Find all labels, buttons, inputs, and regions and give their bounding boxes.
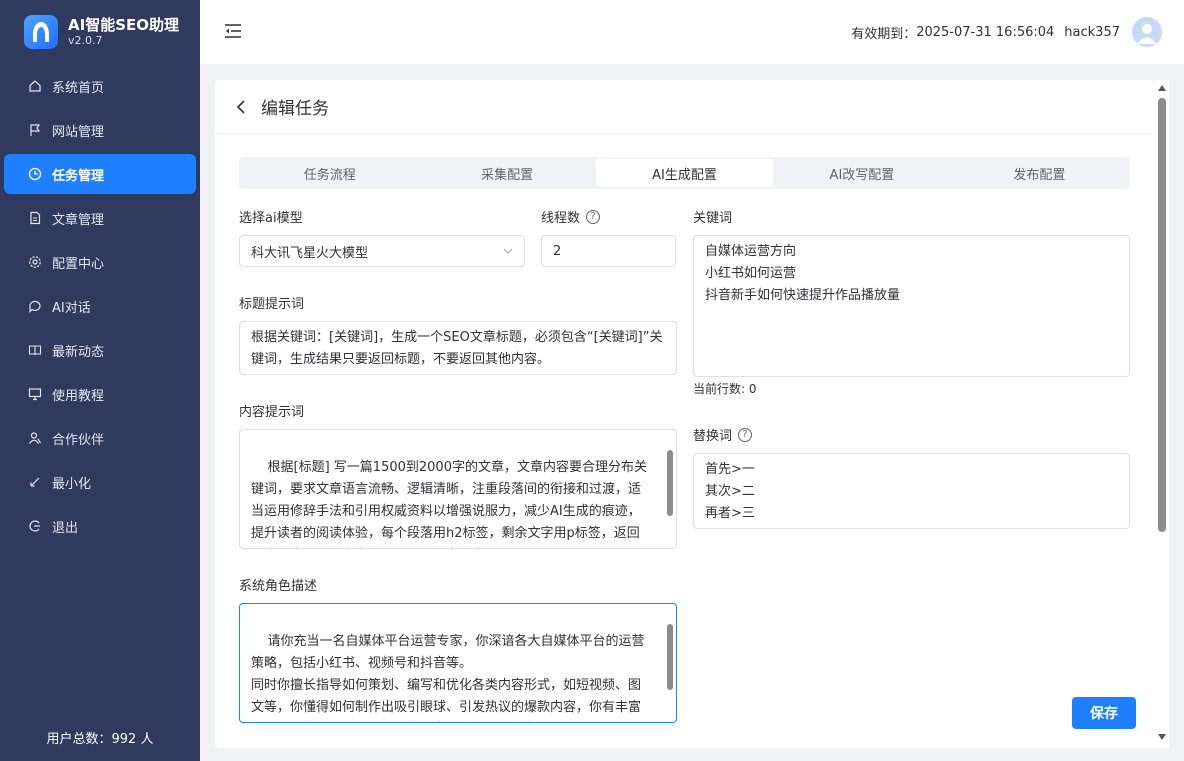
threads-input[interactable]: 2	[541, 235, 676, 267]
keywords-label: 关键词	[693, 207, 732, 226]
content-prompt-label: 内容提示词	[239, 401, 304, 420]
app-title: AI智能SEO助理	[68, 16, 179, 34]
expire-label: 有效期到：	[851, 26, 917, 42]
gear-icon	[26, 253, 44, 271]
tab-ai-generate-config[interactable]: AI生成配置	[595, 159, 774, 187]
role-label: 系统角色描述	[239, 575, 317, 594]
sidebar-item-label: 合作伙伴	[52, 432, 105, 448]
replace-label-text: 替换词	[693, 429, 733, 444]
username[interactable]: hack357	[1064, 25, 1120, 40]
page-title: 编辑任务	[261, 99, 329, 119]
sidebar-item-articles[interactable]: 文章管理	[4, 198, 196, 238]
sidebar-item-label: 系统首页	[52, 80, 105, 96]
top-header: 有效期到： 2025-07-31 16:56:04 hack357	[200, 0, 1184, 64]
sidebar-item-label: 网站管理	[52, 124, 105, 140]
user-count: 用户总数：992 人	[46, 732, 154, 747]
title-prompt-label-text: 标题提示词	[239, 297, 305, 312]
tab-publish-config[interactable]: 发布配置	[951, 159, 1128, 187]
replace-label: 替换词 ?	[693, 425, 753, 444]
config-tabs: 任务流程 采集配置 AI生成配置 AI改写配置 发布配置	[239, 157, 1130, 189]
sidebar-item-ai-chat[interactable]: AI对话	[4, 286, 196, 326]
tab-task-flow[interactable]: 任务流程	[241, 159, 418, 187]
threads-label: 线程数 ?	[541, 207, 601, 226]
card-header: 编辑任务	[215, 80, 1155, 134]
collapse-menu-icon[interactable]	[222, 20, 244, 42]
scroll-down-icon[interactable]	[1157, 733, 1167, 741]
sidebar-item-label: 配置中心	[52, 256, 105, 272]
title-prompt-label: 标题提示词	[239, 293, 304, 312]
sidebar-item-sites[interactable]: 网站管理	[4, 110, 196, 150]
header-user-info: 有效期到： 2025-07-31 16:56:04 hack357	[851, 17, 1162, 47]
logout-icon	[26, 517, 44, 535]
model-select[interactable]: 科大讯飞星火大模型	[239, 235, 525, 267]
content-prompt-textarea[interactable]: 根据[标题] 写一篇1500到2000字的文章，文章内容要合理分布关键词，要求文…	[239, 429, 677, 549]
sidebar-item-label: 最新动态	[52, 344, 105, 360]
sidebar-item-label: AI对话	[52, 300, 91, 316]
sidebar-item-config[interactable]: 配置中心	[4, 242, 196, 282]
content-prompt-text: 根据[标题] 写一篇1500到2000字的文章，文章内容要合理分布关键词，要求文…	[251, 460, 647, 541]
sidebar-item-news[interactable]: 最新动态	[4, 330, 196, 370]
chevron-down-icon	[502, 245, 514, 257]
sidebar-item-label: 文章管理	[52, 212, 105, 228]
expire-value: 2025-07-31 16:56:04	[916, 24, 1055, 40]
model-label: 选择ai模型	[239, 207, 303, 226]
home-icon	[26, 77, 44, 95]
news-icon	[26, 341, 44, 359]
content-prompt-label-text: 内容提示词	[239, 405, 305, 420]
sidebar: AI智能SEO助理 v2.0.7 系统首页 网站管理 任务管理 文章管理 配置中…	[0, 0, 200, 761]
document-icon	[26, 209, 44, 227]
keywords-label-text: 关键词	[693, 211, 733, 226]
model-label-text: 选择ai模型	[239, 211, 303, 226]
sidebar-item-partners[interactable]: 合作伙伴	[4, 418, 196, 458]
role-text: 请你充当一名自媒体平台运营专家，你深谙各大自媒体平台的运营策略，包括小红书、视频…	[251, 634, 645, 715]
sidebar-item-logout[interactable]: 退出	[4, 506, 196, 546]
keywords-textarea[interactable]: 自媒体运营方向 小红书如何运营 抖音新手如何快速提升作品播放量	[693, 235, 1130, 377]
app-version: v2.0.7	[68, 34, 103, 47]
chat-icon	[26, 297, 44, 315]
edit-task-card: 编辑任务 任务流程 采集配置 AI生成配置 AI改写配置 发布配置 选择ai模型…	[215, 80, 1155, 748]
partner-icon	[26, 429, 44, 447]
sidebar-menu: 系统首页 网站管理 任务管理 文章管理 配置中心 AI对话 最新动态 使用教程	[0, 66, 200, 546]
brand: AI智能SEO助理 v2.0.7	[0, 0, 200, 64]
app-logo	[24, 15, 58, 49]
sidebar-item-label: 使用教程	[52, 388, 105, 404]
role-label-text: 系统角色描述	[239, 579, 318, 594]
sidebar-item-tutorial[interactable]: 使用教程	[4, 374, 196, 414]
page-scrollbar-thumb[interactable]	[1158, 98, 1166, 532]
sidebar-item-tasks[interactable]: 任务管理	[4, 154, 196, 194]
tab-ai-rewrite-config[interactable]: AI改写配置	[773, 159, 950, 187]
help-icon[interactable]: ?	[586, 209, 601, 224]
help-icon[interactable]: ?	[738, 427, 753, 442]
title-prompt-textarea[interactable]: 根据关键词：[关键词]，生成一个SEO文章标题，必须包含“[关键词]”关键词，生…	[239, 321, 677, 375]
clock-icon	[26, 165, 44, 183]
sidebar-item-label: 退出	[52, 520, 79, 536]
role-scrollbar[interactable]	[667, 624, 673, 690]
tab-collect-config[interactable]: 采集配置	[418, 159, 595, 187]
save-button[interactable]: 保存	[1072, 697, 1136, 729]
role-textarea[interactable]: 请你充当一名自媒体平台运营专家，你深谙各大自媒体平台的运营策略，包括小红书、视频…	[239, 603, 677, 723]
sidebar-item-label: 最小化	[52, 476, 92, 492]
replace-textarea[interactable]: 首先>一 其次>二 再者>三	[693, 453, 1130, 529]
line-count: 当前行数: 0	[693, 382, 757, 396]
model-select-value: 科大讯飞星火大模型	[251, 245, 369, 261]
minimize-icon	[26, 473, 44, 491]
content-prompt-scrollbar[interactable]	[667, 450, 673, 516]
monitor-icon	[26, 385, 44, 403]
sidebar-item-label: 任务管理	[52, 168, 105, 184]
avatar[interactable]	[1132, 17, 1162, 47]
sidebar-item-home[interactable]: 系统首页	[4, 66, 196, 106]
sidebar-item-minimize[interactable]: 最小化	[4, 462, 196, 502]
threads-label-text: 线程数	[541, 211, 581, 226]
flag-icon	[26, 121, 44, 139]
scroll-up-icon[interactable]	[1157, 84, 1167, 92]
back-arrow-icon[interactable]	[233, 99, 249, 115]
